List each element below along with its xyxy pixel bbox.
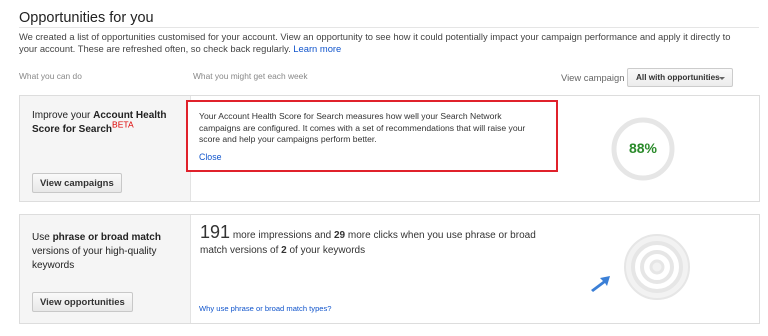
opportunity-card-account-health: Improve your Account Health Score for Se… <box>19 95 760 202</box>
intro-body: We created a list of opportunities custo… <box>19 31 731 54</box>
arrow-icon <box>591 276 610 292</box>
view-campaign-label: View campaign <box>561 72 625 83</box>
card-heading: Improve your Account Health Score for Se… <box>32 109 182 137</box>
heading-prefix: Use <box>32 232 53 243</box>
score-value: 88% <box>628 140 658 156</box>
target-icon <box>624 234 690 300</box>
view-opportunities-button[interactable]: View opportunities <box>32 292 133 312</box>
close-link[interactable]: Close <box>199 152 545 164</box>
heading-bold: phrase or broad match <box>52 232 161 243</box>
view-campaigns-button[interactable]: View campaigns <box>32 173 122 193</box>
intro-text: We created a list of opportunities custo… <box>19 31 739 55</box>
heading-prefix: Improve your <box>32 110 94 121</box>
learn-more-link[interactable]: Learn more <box>293 43 341 54</box>
keywords-label: of your keywords <box>286 245 366 256</box>
opportunity-card-broad-match: Use phrase or broad match versions of yo… <box>19 214 760 324</box>
view-campaign-selected: All with opportunities <box>636 73 720 82</box>
column-header-weekly-gain: What you might get each week <box>193 71 308 81</box>
view-campaign-select[interactable]: All with opportunities <box>627 68 733 87</box>
highlighted-callout: Your Account Health Score for Search mea… <box>186 100 558 172</box>
heading-suffix: versions of your high-quality keywords <box>32 246 157 271</box>
opportunity-estimate: 191 more impressions and 29 more clicks … <box>200 222 560 258</box>
callout-text: Your Account Health Score for Search mea… <box>199 111 526 144</box>
page-title: Opportunities for you <box>19 10 154 26</box>
why-match-types-link[interactable]: Why use phrase or broad match types? <box>199 304 332 313</box>
card-heading: Use phrase or broad match versions of yo… <box>32 231 182 273</box>
impressions-count: 191 <box>200 222 231 242</box>
impressions-label: more impressions and <box>230 230 334 241</box>
column-header-what-you-can-do: What you can do <box>19 71 82 81</box>
beta-badge: BETA <box>112 119 134 130</box>
title-divider <box>19 27 759 28</box>
chevron-down-icon <box>719 77 725 80</box>
clicks-count: 29 <box>333 230 346 241</box>
